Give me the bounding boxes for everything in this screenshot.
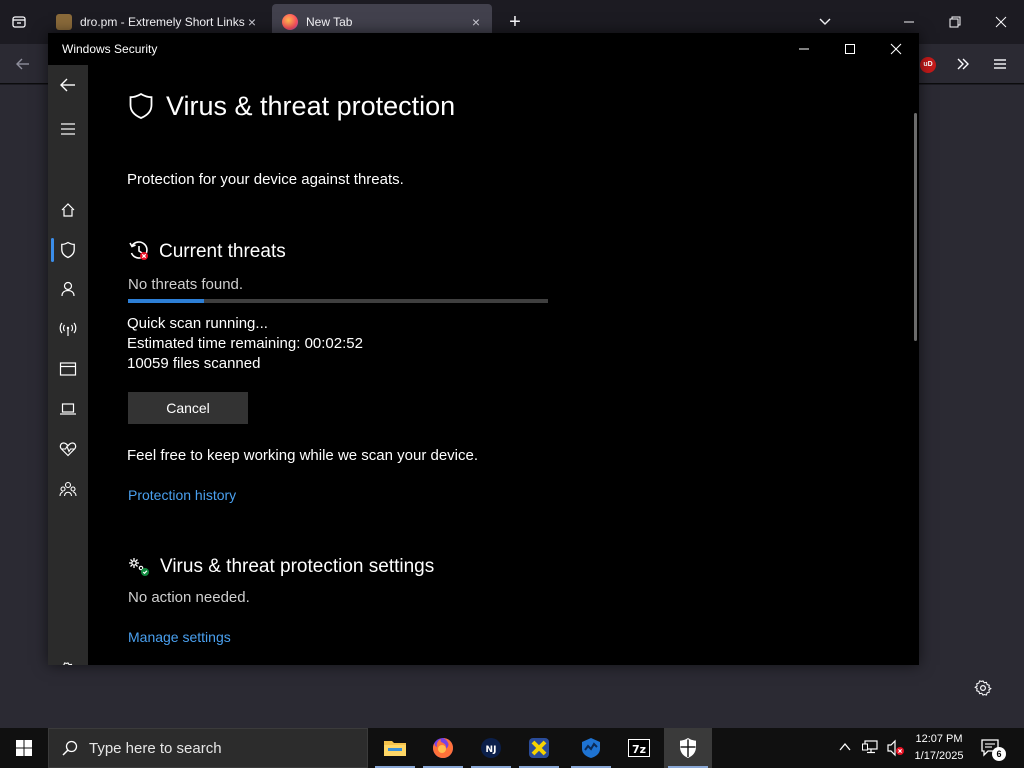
- network-tray-icon[interactable]: [862, 739, 880, 760]
- network-icon[interactable]: [48, 309, 88, 349]
- 7zip-icon[interactable]: 7z: [615, 728, 663, 768]
- dro-favicon-icon: [56, 14, 72, 30]
- home-icon[interactable]: [48, 190, 88, 230]
- list-all-tabs-icon[interactable]: [810, 8, 840, 36]
- clock-time: 12:07 PM: [915, 733, 963, 745]
- app-browser-icon[interactable]: [48, 349, 88, 389]
- tab-list-icon[interactable]: [4, 8, 34, 36]
- scan-info-text: Feel free to keep working while we scan …: [127, 447, 479, 464]
- time-remaining-label: Estimated time remaining:: [127, 335, 301, 352]
- app-menu-icon[interactable]: [985, 50, 1015, 78]
- volume-muted-icon[interactable]: [886, 739, 906, 762]
- file-explorer-icon[interactable]: [371, 728, 419, 768]
- scan-status: Quick scan running...: [127, 315, 268, 332]
- main-content: Virus & threat protection Protection for…: [88, 65, 919, 665]
- taskbar-search-box[interactable]: Type here to search: [48, 728, 368, 768]
- ublock-origin-icon[interactable]: uD: [920, 57, 936, 73]
- settings-status-icon: [128, 557, 150, 582]
- settings-icon[interactable]: [48, 650, 88, 665]
- navigation-rail: [48, 65, 88, 665]
- xampp-icon[interactable]: [515, 728, 563, 768]
- svg-text:NJ: NJ: [486, 745, 497, 755]
- page-title: Virus & threat protection: [166, 91, 456, 121]
- hwmonitor-icon[interactable]: [567, 728, 615, 768]
- settings-status: No action needed.: [128, 589, 250, 606]
- firefox-favicon-icon: [282, 14, 298, 30]
- scrollbar-thumb[interactable]: [914, 113, 917, 341]
- taskbar-clock[interactable]: 12:07 PM 1/17/2025: [906, 731, 972, 765]
- manage-settings-link[interactable]: Manage settings: [128, 629, 231, 645]
- scan-progress-fill: [128, 299, 204, 303]
- window-title-bar: Windows Security: [48, 33, 919, 65]
- health-icon[interactable]: [48, 429, 88, 469]
- page-shield-icon: [128, 92, 154, 125]
- search-icon: [62, 740, 78, 756]
- windows-security-icon[interactable]: [664, 728, 712, 768]
- restore-icon[interactable]: [940, 8, 970, 36]
- time-remaining: Estimated time remaining: 00:02:52: [127, 335, 363, 352]
- account-icon[interactable]: [48, 269, 88, 309]
- family-icon[interactable]: [48, 469, 88, 509]
- scan-progress-bar: [128, 299, 548, 303]
- new-tab-button[interactable]: +: [500, 8, 530, 36]
- notepad-js-icon[interactable]: NJ: [467, 728, 515, 768]
- hamburger-icon[interactable]: [48, 109, 88, 149]
- tab-close-icon[interactable]: ×: [468, 14, 484, 30]
- time-remaining-value: 00:02:52: [304, 335, 363, 352]
- device-security-icon[interactable]: [48, 389, 88, 429]
- page-subtitle: Protection for your device against threa…: [127, 171, 404, 188]
- overflow-chevron-icon[interactable]: [948, 50, 978, 78]
- windows-security-window: Windows Security Virus & threat protecti…: [48, 33, 919, 665]
- files-count: 10059: [127, 355, 169, 372]
- clock-date: 1/17/2025: [914, 750, 964, 762]
- tab-close-icon[interactable]: ×: [244, 14, 260, 30]
- cancel-scan-button[interactable]: Cancel: [128, 392, 248, 424]
- tab-title: dro.pm - Extremely Short Links: [80, 15, 245, 29]
- search-placeholder: Type here to search: [89, 739, 222, 757]
- svg-text:7z: 7z: [632, 743, 646, 756]
- start-button[interactable]: [0, 728, 48, 768]
- protection-history-link[interactable]: Protection history: [128, 487, 236, 503]
- tab-title: New Tab: [306, 15, 353, 29]
- window-minimize-icon[interactable]: [781, 33, 827, 65]
- newtab-settings-gear-icon[interactable]: [972, 677, 994, 699]
- taskbar: Type here to search NJ 7z 12:07 PM 1/17/…: [0, 728, 1024, 768]
- firefox-icon[interactable]: [419, 728, 467, 768]
- threat-status: No threats found.: [128, 276, 244, 293]
- back-icon[interactable]: [8, 50, 38, 78]
- minimize-icon[interactable]: [894, 8, 924, 36]
- settings-heading: Virus & threat protection settings: [160, 556, 435, 577]
- window-title: Windows Security: [62, 42, 158, 56]
- window-maximize-icon[interactable]: [827, 33, 873, 65]
- shield-icon[interactable]: [48, 230, 88, 270]
- current-threats-heading: Current threats: [159, 241, 286, 262]
- action-center-icon[interactable]: 6: [980, 738, 1006, 761]
- tray-chevron-up-icon[interactable]: [838, 740, 852, 759]
- window-close-icon[interactable]: [873, 33, 919, 65]
- notification-count-badge: 6: [992, 747, 1006, 761]
- files-label: files scanned: [172, 355, 261, 372]
- back-arrow-icon[interactable]: [48, 65, 88, 105]
- files-scanned: 10059 files scanned: [127, 355, 260, 372]
- close-icon[interactable]: [986, 8, 1016, 36]
- current-threats-icon: [128, 240, 150, 267]
